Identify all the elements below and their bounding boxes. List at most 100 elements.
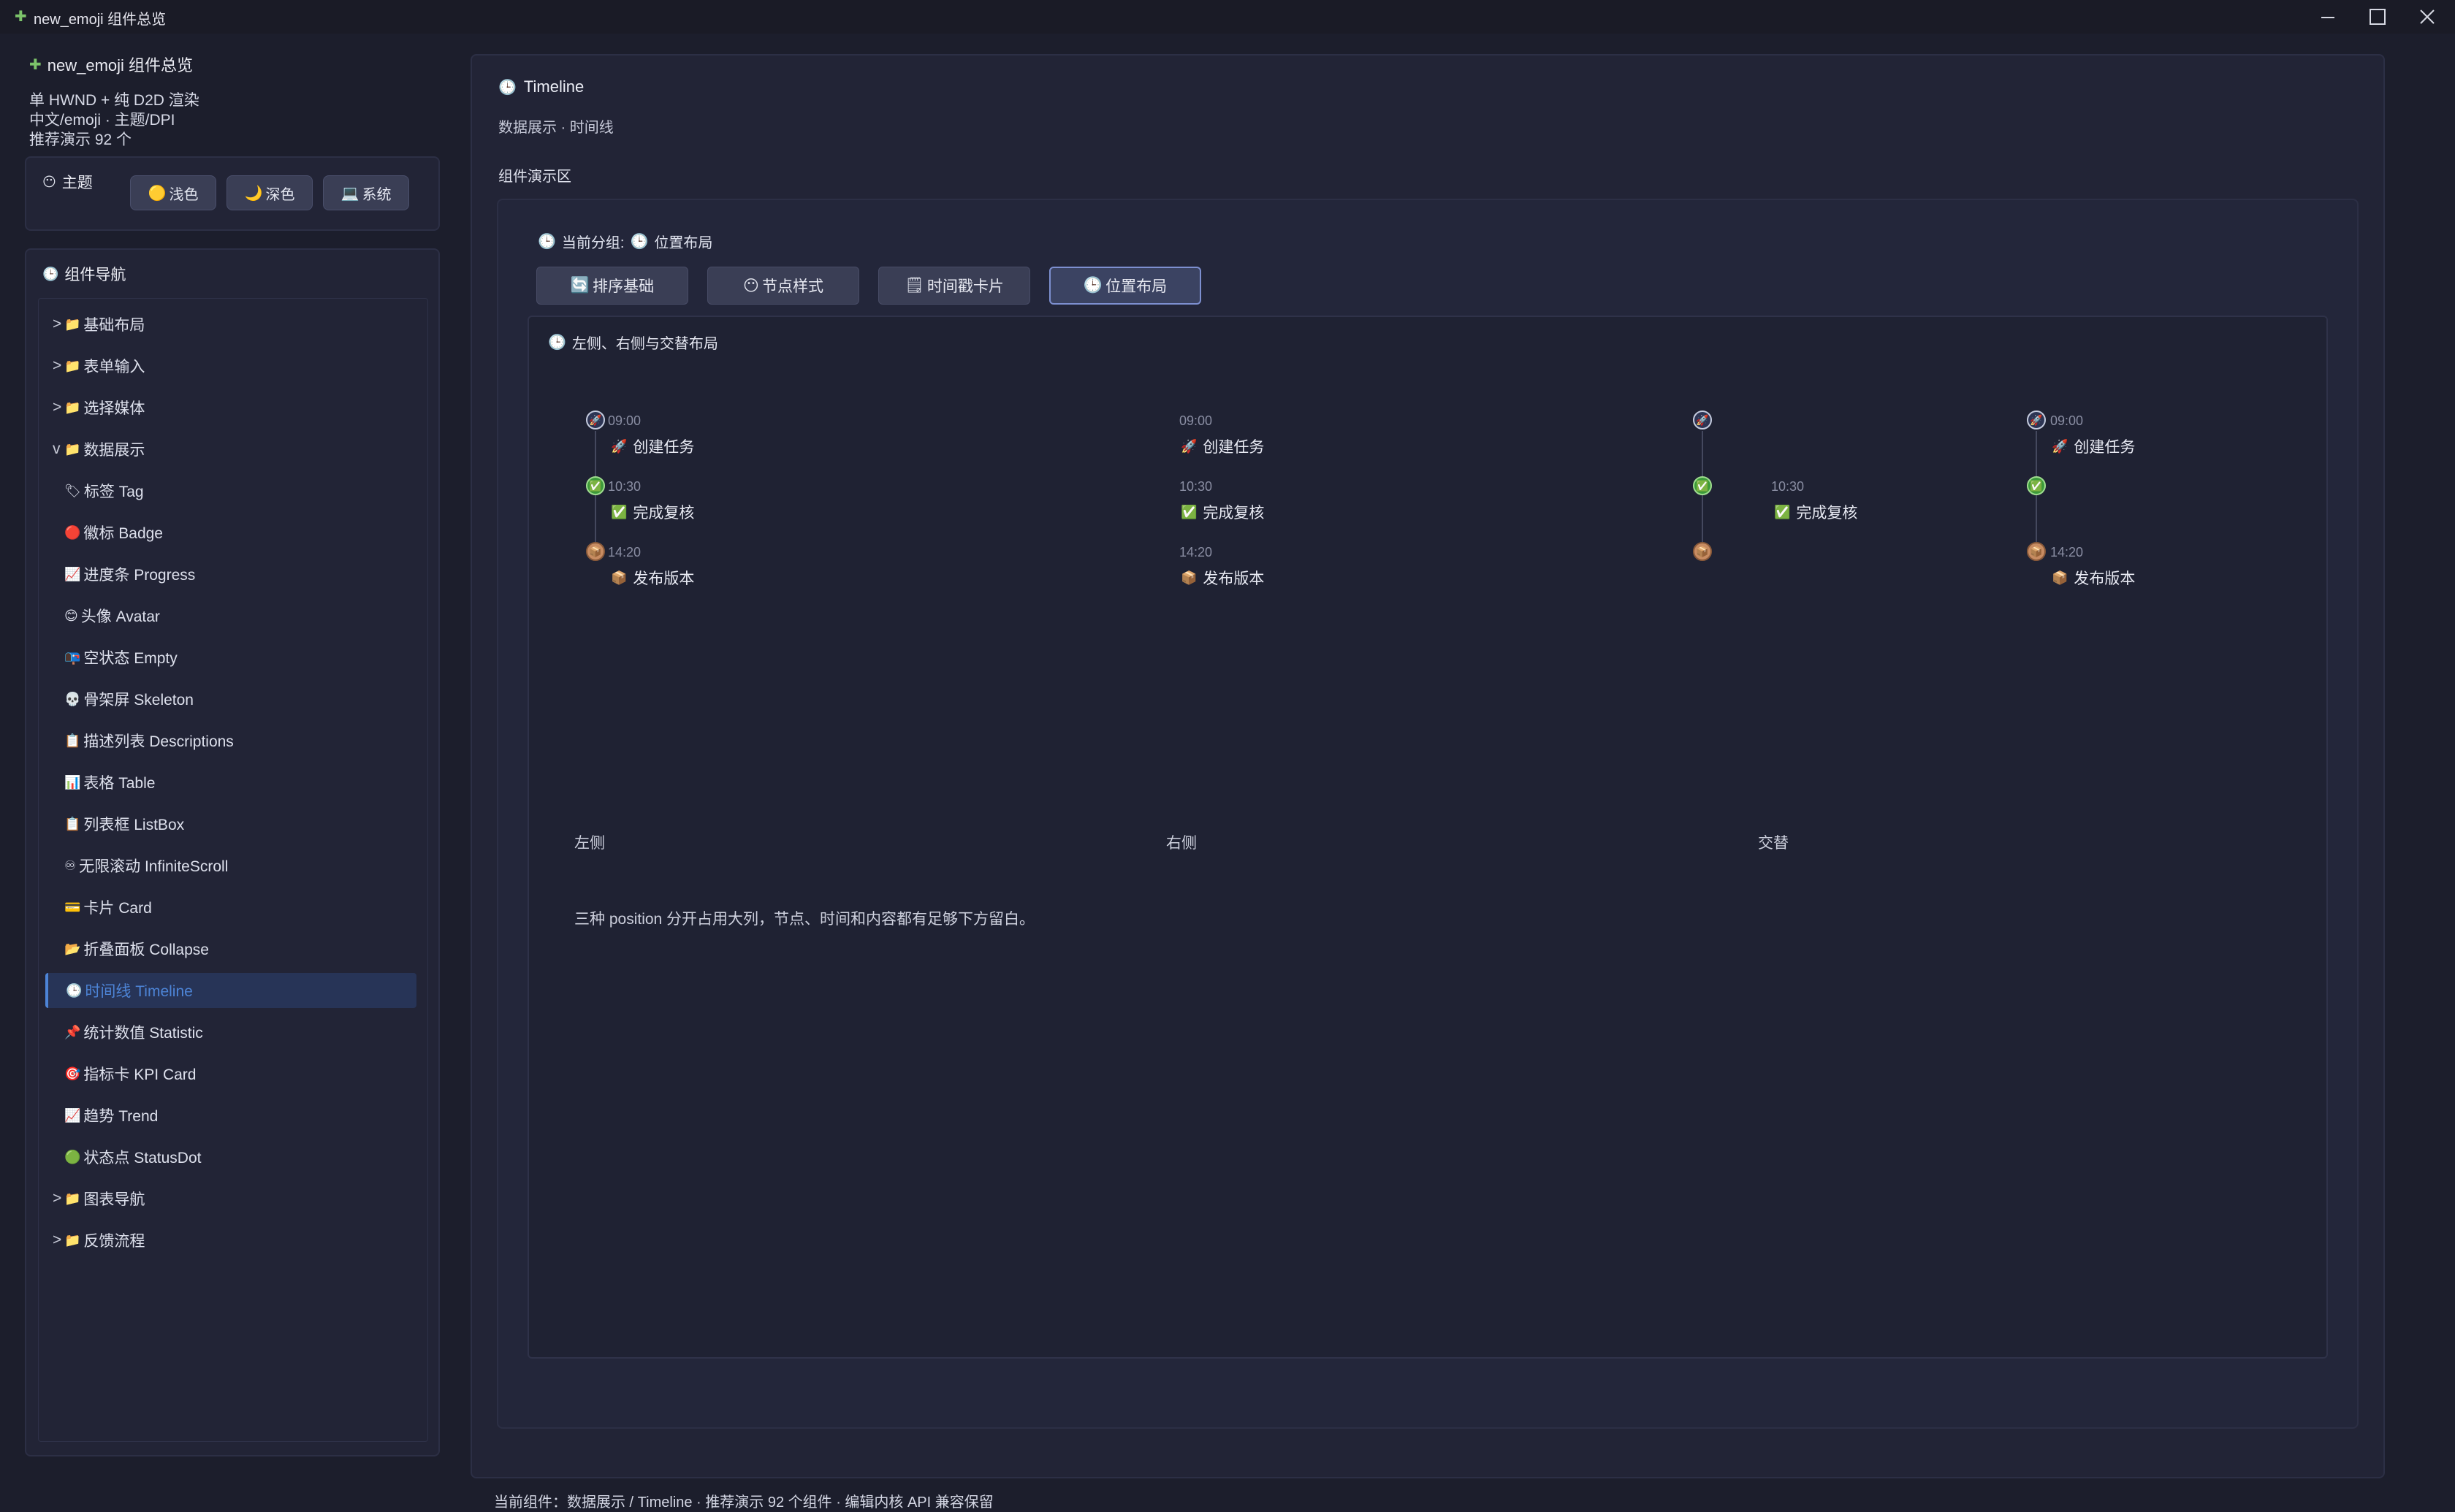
nav-item[interactable]: 📭 空状态 Empty — [64, 640, 430, 675]
theme-dark-button[interactable]: 🌙 深色 — [227, 175, 313, 210]
nav-item[interactable]: 💀 骨架屏 Skeleton — [64, 681, 430, 717]
nav-label: 指标卡 KPI Card — [83, 1066, 197, 1083]
theme-light-button[interactable]: 🟡 浅色 — [130, 175, 216, 210]
event-label: 完成复核 — [1203, 505, 1265, 522]
nav-label: 列表框 ListBox — [83, 817, 185, 833]
nav-group[interactable]: > 📁 反馈流程 — [53, 1223, 418, 1258]
nav-item[interactable]: 💳 卡片 Card — [64, 890, 430, 925]
nav-group[interactable]: > 📁 选择媒体 — [53, 390, 418, 425]
item-icon: 📈 — [64, 566, 81, 581]
item-icon: 🔴 — [64, 524, 81, 540]
event-time: 14:20 — [2050, 545, 2084, 560]
nav-group[interactable]: > 📁 图表导航 — [53, 1181, 418, 1216]
nav-item[interactable]: 📈 趋势 Trend — [64, 1098, 430, 1133]
clock-icon: 🕒 — [538, 234, 556, 250]
nav-item[interactable]: 📂 折叠面板 Collapse — [64, 931, 430, 966]
event-content: ✅ 完成复核 — [1181, 501, 1264, 523]
nav-item[interactable]: 📌 统计数值 Statistic — [64, 1015, 430, 1050]
nav-item[interactable]: 📈 进度条 Progress — [64, 557, 430, 592]
event-icon: ✅ — [611, 504, 628, 519]
event-time: 10:30 — [1179, 479, 1213, 494]
item-icon: 🟢 — [64, 1149, 81, 1164]
nav-item[interactable]: ♾ 无限滚动 InfiniteScroll — [64, 848, 430, 883]
event-content: ✅ 完成复核 — [1774, 501, 1857, 523]
maximize-button[interactable] — [2353, 0, 2402, 34]
chevron-right-icon: > — [53, 1232, 62, 1248]
refresh-icon: 🔄 — [570, 277, 590, 294]
info-line: 单 HWND + 纯 D2D 渲染 — [29, 92, 199, 109]
event-content: 🚀 创建任务 — [611, 435, 694, 457]
folder-icon: 📁 — [64, 1191, 81, 1206]
info-line: 推荐演示 92 个 — [29, 131, 132, 148]
status-bar: 当前组件：数据展示 / Timeline · 推荐演示 92 个组件 · 编辑内… — [494, 1494, 994, 1511]
nav-item[interactable]: 🏷 标签 Tag — [64, 473, 430, 508]
theme-panel: 😶 主题 🟡 浅色 🌙 深色 💻 系统 — [25, 156, 440, 231]
laptop-icon: 💻 — [340, 185, 359, 202]
event-time: 09:00 — [2050, 413, 2084, 428]
nav-item[interactable]: 🟢 状态点 StatusDot — [64, 1139, 430, 1175]
chevron-down-icon: v — [53, 440, 61, 457]
event-icon: ✅ — [1181, 504, 1198, 519]
event-label: 发布版本 — [2074, 570, 2136, 587]
minimize-button[interactable] — [2303, 0, 2353, 34]
tab-position-layout[interactable]: 🕒 位置布局 — [1049, 267, 1201, 305]
nav-group[interactable]: > 📁 表单输入 — [53, 348, 418, 383]
event-content: 📦 发布版本 — [611, 567, 694, 589]
close-button[interactable] — [2402, 0, 2452, 34]
description: 三种 position 分开占用大列，节点、时间和内容都有足够下方留白。 — [574, 911, 1035, 928]
demo-area-label: 组件演示区 — [498, 169, 571, 185]
theme-system-button[interactable]: 💻 系统 — [323, 175, 409, 210]
nav-item[interactable]: 😊 头像 Avatar — [64, 598, 430, 633]
item-icon: ♾ — [64, 858, 77, 873]
nav-item[interactable]: 🎯 指标卡 KPI Card — [64, 1056, 430, 1091]
nav-group[interactable]: v 📁 数据展示 — [53, 432, 418, 467]
event-icon: 🚀 — [611, 438, 628, 454]
tab-sort-basic[interactable]: 🔄 排序基础 — [536, 267, 688, 305]
item-icon: 🏷 — [64, 483, 81, 498]
event-label: 完成复核 — [633, 505, 695, 522]
nav-item[interactable]: 🕒 时间线 Timeline — [45, 973, 416, 1008]
nav-label: 标签 Tag — [83, 484, 144, 500]
chevron-right-icon: > — [53, 316, 62, 332]
nav-item[interactable]: 📊 表格 Table — [64, 765, 430, 800]
timeline-section — [528, 316, 2328, 1359]
event-icon: 📦 — [1181, 570, 1198, 585]
nav-label: 基础布局 — [83, 317, 145, 334]
sun-icon: 🟡 — [148, 185, 167, 202]
nav-item[interactable]: 📋 列表框 ListBox — [64, 806, 430, 841]
event-label: 创建任务 — [1203, 439, 1265, 456]
event-content: ✅ 完成复核 — [611, 501, 694, 523]
nav-label: 折叠面板 Collapse — [83, 942, 209, 958]
clock-icon: 🕒 — [548, 335, 566, 351]
check-dot: ✅ — [1693, 476, 1712, 495]
event-icon: 🚀 — [1181, 438, 1198, 454]
item-icon: 💀 — [64, 691, 81, 706]
current-group: 🕒 当前分组: 🕒 位置布局 — [538, 234, 713, 251]
nav-item[interactable]: 🔴 徽标 Badge — [64, 515, 430, 550]
column-label-right: 右侧 — [1166, 835, 1197, 852]
event-label: 创建任务 — [633, 439, 695, 456]
event-icon: ✅ — [1774, 504, 1791, 519]
nav-label: 状态点 StatusDot — [83, 1150, 202, 1167]
tab-node-style[interactable]: 😶 节点样式 — [707, 267, 859, 305]
puzzle-icon: ✚ — [29, 56, 42, 73]
nav-label: 统计数值 Statistic — [83, 1025, 203, 1042]
nav-group[interactable]: > 📁 基础布局 — [53, 307, 418, 342]
event-label: 发布版本 — [1203, 570, 1265, 587]
event-time: 14:20 — [608, 545, 642, 560]
nav-label: 表单输入 — [83, 359, 145, 375]
rocket-dot: 🚀 — [586, 411, 605, 429]
minimize-icon — [2321, 17, 2334, 18]
rocket-dot: 🚀 — [2027, 411, 2046, 429]
event-label: 发布版本 — [633, 570, 695, 587]
tab-timestamp-card[interactable]: 🗒 时间戳卡片 — [878, 267, 1030, 305]
item-icon: 😊 — [64, 608, 78, 623]
item-icon: 🎯 — [64, 1066, 81, 1081]
sidebar-header: ✚ new_emoji 组件总览 — [29, 53, 193, 76]
nav-label: 表格 Table — [83, 775, 156, 792]
event-time: 14:20 — [1179, 545, 1213, 560]
nav-item[interactable]: 📋 描述列表 Descriptions — [64, 723, 430, 758]
event-time: 10:30 — [608, 479, 642, 494]
info-line: 中文/emoji · 主题/DPI — [29, 112, 175, 129]
nav-title: 🕒 组件导航 — [42, 266, 126, 284]
